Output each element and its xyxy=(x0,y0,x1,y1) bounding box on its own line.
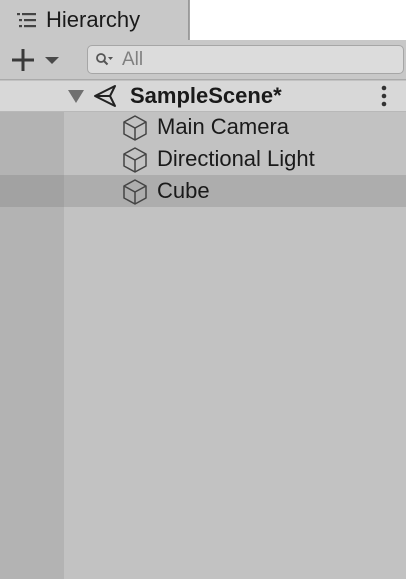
hierarchy-item-directional-light[interactable]: Directional Light xyxy=(0,143,406,175)
unity-logo-icon xyxy=(94,85,116,107)
cube-icon xyxy=(123,115,147,141)
hierarchy-item-cube[interactable]: Cube xyxy=(0,175,406,207)
foldout-triangle-icon[interactable] xyxy=(67,88,85,104)
search-input[interactable] xyxy=(122,48,382,71)
item-label: Main Camera xyxy=(157,114,290,139)
list-icon xyxy=(17,13,36,28)
kebab-menu-icon[interactable] xyxy=(376,84,392,108)
cube-icon xyxy=(123,147,147,173)
add-object-button[interactable] xyxy=(10,46,68,74)
tab-bar: Hierarchy xyxy=(0,0,406,40)
tab-hierarchy[interactable]: Hierarchy xyxy=(0,0,189,40)
plus-icon xyxy=(12,49,34,71)
tab-title: Hierarchy xyxy=(46,7,141,32)
tab-bar-empty-area xyxy=(190,0,406,40)
item-label: Cube xyxy=(157,178,210,203)
hierarchy-toolbar xyxy=(0,40,406,80)
hierarchy-item-main-camera[interactable]: Main Camera xyxy=(0,111,406,143)
cube-icon xyxy=(123,179,147,205)
search-icon xyxy=(96,52,113,65)
item-label: Directional Light xyxy=(157,146,315,171)
scene-name: SampleScene* xyxy=(130,83,282,108)
search-field[interactable] xyxy=(87,45,404,74)
triangle-down-icon xyxy=(45,57,59,64)
selection-gutter xyxy=(0,175,64,207)
